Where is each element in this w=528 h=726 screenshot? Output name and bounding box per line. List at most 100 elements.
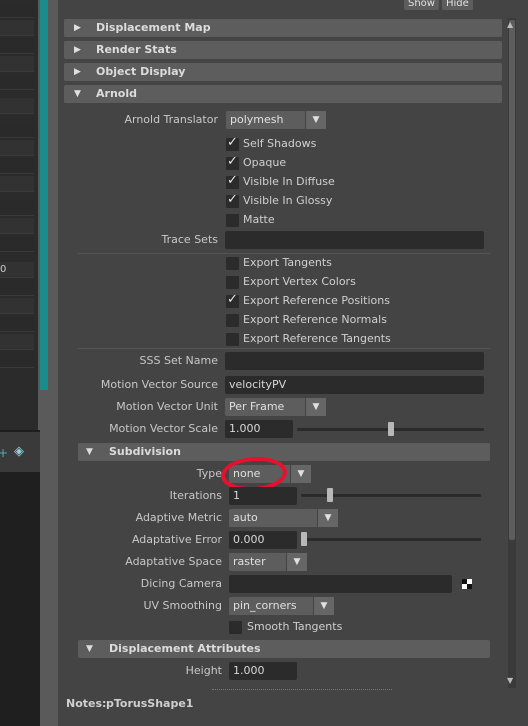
- export-reference-positions-checkbox[interactable]: ✓: [226, 292, 239, 308]
- dicing-camera-label: Dicing Camera: [140, 577, 222, 590]
- check-icon: ✓: [227, 154, 238, 169]
- adaptive-metric-label: Adaptive Metric: [135, 511, 222, 524]
- chevron-down-icon: ▼: [286, 553, 307, 571]
- expand-right-icon: ▶: [74, 23, 81, 33]
- outliner-row[interactable]: [0, 200, 34, 216]
- section-object-display[interactable]: ▶ Object Display: [64, 63, 502, 81]
- outliner-row[interactable]: [0, 20, 34, 36]
- sss-set-name-field[interactable]: [225, 352, 484, 370]
- chevron-down-icon: ▼: [313, 597, 334, 615]
- motion-vector-source-field[interactable]: velocityPV: [225, 376, 484, 394]
- chevron-down-icon: ▼: [290, 465, 311, 483]
- self-shadows-label: Self Shadows: [243, 137, 317, 150]
- visible-in-glossy-checkbox[interactable]: ✓: [226, 192, 239, 208]
- export-reference-normals-checkbox[interactable]: [226, 314, 239, 327]
- opaque-checkbox[interactable]: ✓: [226, 154, 239, 170]
- export-reference-tangents-checkbox[interactable]: [226, 333, 239, 346]
- chevron-down-icon: ▼: [305, 398, 326, 416]
- section-render-stats[interactable]: ▶ Render Stats: [64, 41, 502, 59]
- iterations-field[interactable]: 1: [229, 487, 297, 505]
- trace-sets-field[interactable]: [225, 231, 484, 249]
- section-displacement-attributes[interactable]: ▼ Displacement Attributes: [78, 640, 490, 658]
- expand-right-icon: ▶: [74, 45, 81, 55]
- adaptive-space-label: Adaptative Space: [125, 555, 222, 568]
- outliner-row[interactable]: [0, 38, 34, 54]
- smooth-tangents-label: Smooth Tangents: [247, 620, 343, 633]
- slider-handle[interactable]: [327, 488, 334, 502]
- outliner-row[interactable]: [0, 176, 34, 192]
- height-field[interactable]: 1.000: [229, 662, 297, 680]
- collapse-down-icon: ▼: [74, 89, 81, 99]
- scroll-down-icon[interactable]: ▼: [507, 676, 513, 685]
- dicing-camera-field[interactable]: [229, 575, 452, 593]
- divider: [78, 253, 490, 254]
- adaptive-metric-dropdown[interactable]: auto ▼: [229, 509, 338, 527]
- tool-icon[interactable]: ◈: [14, 444, 24, 459]
- trace-sets-label: Trace Sets: [161, 233, 218, 246]
- resize-handle[interactable]: [212, 689, 392, 691]
- adaptive-error-label: Adaptative Error: [131, 533, 222, 546]
- motion-vector-unit-label: Motion Vector Unit: [116, 400, 218, 413]
- notes-bar: Notes: pTorusShape1: [58, 694, 520, 726]
- notes-value: pTorusShape1: [106, 697, 194, 710]
- outliner-row[interactable]: [0, 352, 34, 368]
- notes-label: Notes:: [66, 697, 107, 710]
- opaque-label: Opaque: [243, 156, 287, 169]
- export-vertex-colors-checkbox[interactable]: [226, 276, 239, 289]
- visible-in-diffuse-label: Visible In Diffuse: [243, 175, 335, 188]
- export-reference-positions-label: Export Reference Positions: [243, 294, 390, 307]
- plus-icon[interactable]: +: [0, 446, 8, 460]
- selection-highlight: [40, 0, 48, 390]
- outliner-row[interactable]: [0, 316, 34, 332]
- viewport-strip: [0, 430, 40, 726]
- adaptive-error-field[interactable]: 0.000: [229, 531, 297, 549]
- adaptive-error-slider[interactable]: [301, 538, 481, 541]
- check-icon: ✓: [227, 292, 238, 307]
- slider-handle[interactable]: [301, 532, 307, 546]
- tool-shelf: + ◈: [0, 432, 40, 472]
- outliner-row[interactable]: [0, 74, 34, 90]
- export-reference-normals-label: Export Reference Normals: [243, 313, 387, 326]
- export-tangents-label: Export Tangents: [243, 256, 332, 269]
- collapse-down-icon: ▼: [86, 447, 93, 457]
- export-tangents-checkbox[interactable]: [226, 257, 239, 270]
- height-label: Height: [185, 664, 222, 677]
- outliner-row[interactable]: [0, 218, 34, 234]
- outliner-row[interactable]: [0, 140, 34, 156]
- hide-button[interactable]: Hide: [442, 0, 473, 10]
- export-vertex-colors-label: Export Vertex Colors: [243, 275, 356, 288]
- outliner-row[interactable]: [0, 280, 34, 296]
- section-arnold[interactable]: ▼ Arnold: [64, 85, 502, 103]
- motion-vector-source-label: Motion Vector Source: [100, 378, 218, 391]
- section-subdivision[interactable]: ▼ Subdivision: [78, 443, 490, 461]
- smooth-tangents-checkbox[interactable]: [229, 621, 242, 634]
- arnold-translator-dropdown[interactable]: polymesh ▼: [226, 111, 326, 129]
- show-button[interactable]: Show: [404, 0, 439, 10]
- scroll-up-icon[interactable]: ▲: [507, 20, 513, 29]
- outliner-row[interactable]: [0, 298, 34, 314]
- uv-smoothing-dropdown[interactable]: pin_corners ▼: [229, 597, 334, 615]
- outliner-row[interactable]: [0, 334, 34, 350]
- motion-vector-scale-field[interactable]: 1.000: [225, 420, 293, 438]
- outliner-row[interactable]: [0, 98, 34, 114]
- matte-label: Matte: [243, 213, 275, 226]
- visible-in-diffuse-checkbox[interactable]: ✓: [226, 173, 239, 189]
- outliner-row[interactable]: [0, 122, 34, 138]
- top-buttons: Show Hide: [404, 0, 484, 10]
- iterations-label: Iterations: [169, 489, 222, 502]
- outliner-row[interactable]: [0, 236, 34, 252]
- motion-vector-scale-label: Motion Vector Scale: [109, 422, 218, 435]
- truncated-text: 0: [0, 264, 7, 275]
- checker-icon[interactable]: [462, 579, 472, 589]
- scrollbar-thumb[interactable]: [509, 20, 515, 540]
- matte-checkbox[interactable]: [226, 214, 239, 227]
- slider-handle[interactable]: [387, 422, 394, 436]
- outliner-row[interactable]: [0, 158, 34, 174]
- self-shadows-checkbox[interactable]: ✓: [226, 135, 239, 151]
- motion-vector-unit-dropdown[interactable]: Per Frame ▼: [225, 398, 326, 416]
- adaptive-space-dropdown[interactable]: raster ▼: [229, 553, 307, 571]
- section-displacement-map[interactable]: ▶ Displacement Map: [64, 19, 502, 37]
- outliner-row[interactable]: [0, 56, 34, 72]
- outliner-row[interactable]: [0, 2, 34, 18]
- uv-smoothing-label: UV Smoothing: [143, 599, 222, 612]
